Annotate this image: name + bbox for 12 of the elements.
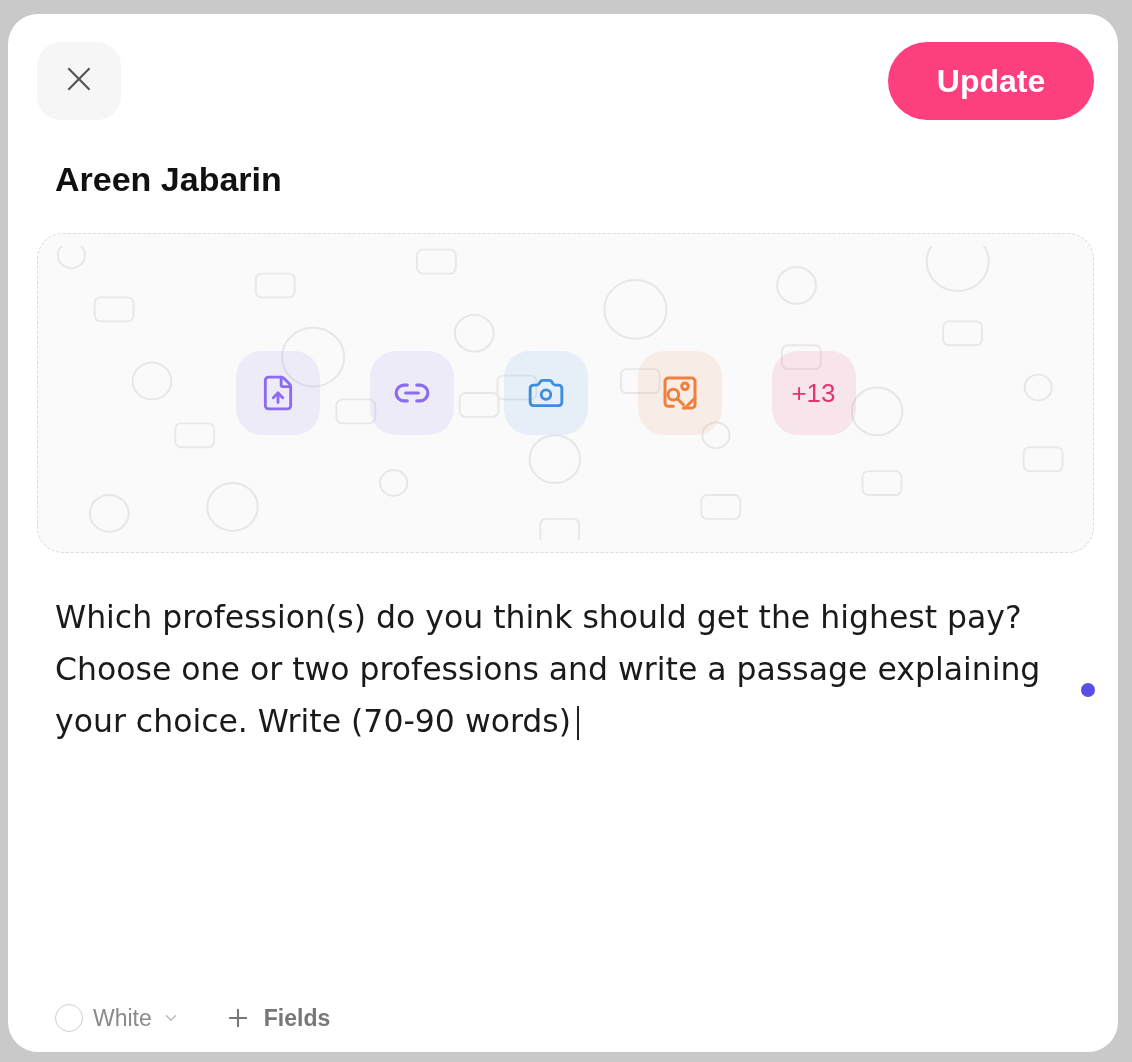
more-attachments-button[interactable]: +13 xyxy=(771,351,856,435)
camera-button[interactable] xyxy=(503,351,588,435)
status-dot xyxy=(1081,683,1095,697)
update-button[interactable]: Update xyxy=(888,42,1094,120)
card-title: Areen Jabarin xyxy=(55,160,283,199)
link-button[interactable] xyxy=(369,351,454,435)
body-text[interactable]: Which profession(s) do you think should get the highest pay? Choose one or two professions and write a passage explaining your choice. Write (70-90 words) xyxy=(55,591,1065,747)
close-button[interactable]: × xyxy=(37,42,121,120)
color-select[interactable]: White xyxy=(55,1004,180,1032)
fields-button[interactable]: Fields xyxy=(223,1004,331,1032)
image-search-button[interactable] xyxy=(637,351,722,435)
file-upload-button[interactable] xyxy=(235,351,320,435)
